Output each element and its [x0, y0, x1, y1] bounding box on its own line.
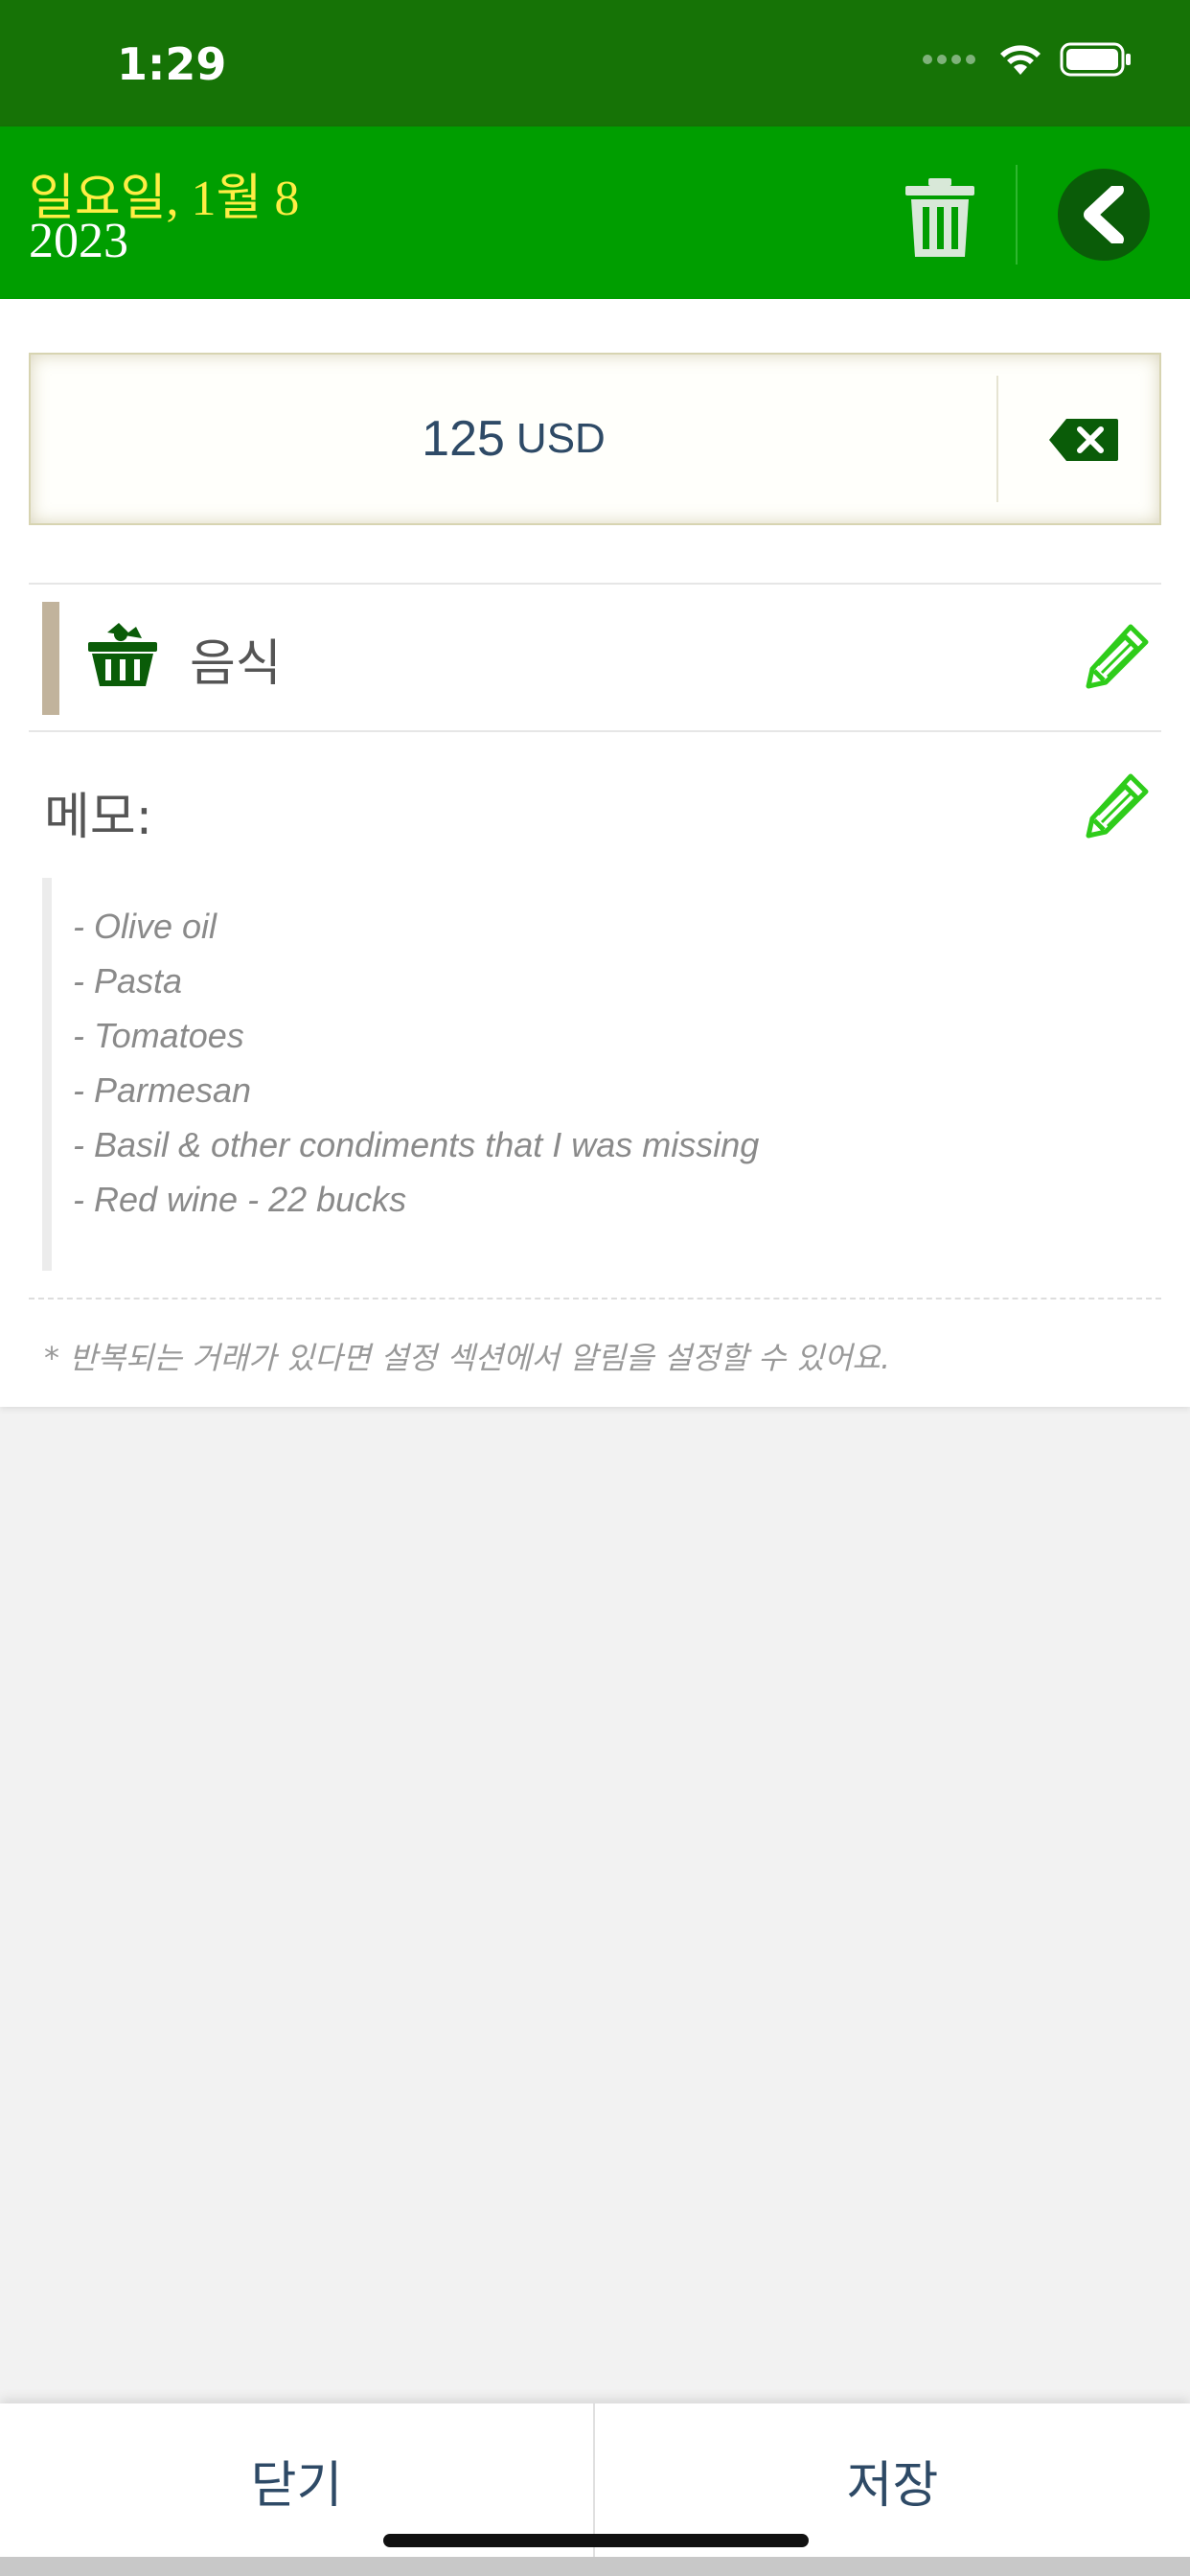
pencil-icon	[1086, 773, 1149, 839]
status-icons	[923, 42, 1133, 77]
header-divider	[1016, 165, 1018, 264]
amount-divider	[996, 376, 998, 502]
back-button[interactable]	[1058, 169, 1150, 261]
reminder-footnote: * 반복되는 거래가 있다면 설정 섹션에서 알림을 설정할 수 있어요.	[44, 1340, 891, 1376]
bottom-strip	[0, 2557, 1190, 2576]
memo-line: - Olive oil	[73, 907, 217, 946]
status-bar: 1:29	[0, 0, 1190, 126]
amount-display[interactable]: 125 USD	[29, 353, 1161, 525]
memo-line: - Pasta	[73, 961, 183, 1000]
home-indicator	[383, 2534, 809, 2547]
memo-line: - Parmesan	[73, 1070, 252, 1110]
chevron-left-icon	[1084, 186, 1124, 243]
dashed-divider	[29, 1298, 1161, 1300]
transaction-card: 125 USD 음식 메모: - Olive oil - Pasta - Tom…	[0, 299, 1190, 1407]
backspace-button[interactable]	[1027, 408, 1140, 472]
trash-icon	[905, 178, 974, 257]
pencil-icon	[1086, 624, 1149, 689]
header: 일요일, 1월 8 2023	[0, 126, 1190, 299]
backspace-icon	[1049, 419, 1118, 461]
wifi-icon	[1000, 45, 1041, 75]
memo-line: - Red wine - 22 bucks	[73, 1180, 407, 1219]
amount-value: 125	[422, 411, 505, 467]
category-color-bar	[42, 602, 59, 715]
header-year: 2023	[29, 214, 128, 268]
category-label: 음식	[190, 635, 282, 693]
category-row[interactable]: 음식	[29, 585, 1161, 728]
cellular-signal-icon	[923, 55, 975, 64]
status-time: 1:29	[117, 38, 227, 90]
edit-memo-button[interactable]	[1079, 767, 1156, 843]
shopping-basket-icon	[88, 623, 157, 686]
divider	[29, 730, 1161, 732]
amount-currency: USD	[515, 415, 606, 462]
battery-icon	[1060, 42, 1131, 77]
delete-button[interactable]	[899, 174, 981, 261]
edit-category-button[interactable]	[1079, 617, 1156, 694]
memo-line: - Basil & other condiments that I was mi…	[73, 1125, 760, 1164]
memo-label: 메모:	[44, 789, 153, 846]
memo-line: - Tomatoes	[73, 1016, 244, 1055]
memo-text: - Olive oil - Pasta - Tomatoes - Parmesa…	[42, 878, 1144, 1271]
